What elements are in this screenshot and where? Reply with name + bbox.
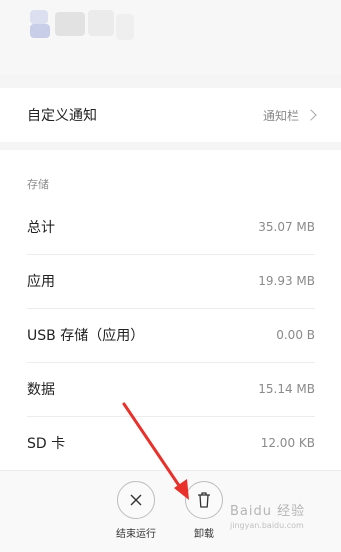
watermark-url: jingyan.baidu.com: [230, 521, 304, 530]
annotation-arrow: [122, 402, 189, 500]
baidu-watermark: Baidu 经验 jingyan.baidu.com: [230, 500, 305, 530]
watermark-text: Baidu 经验: [230, 504, 306, 519]
